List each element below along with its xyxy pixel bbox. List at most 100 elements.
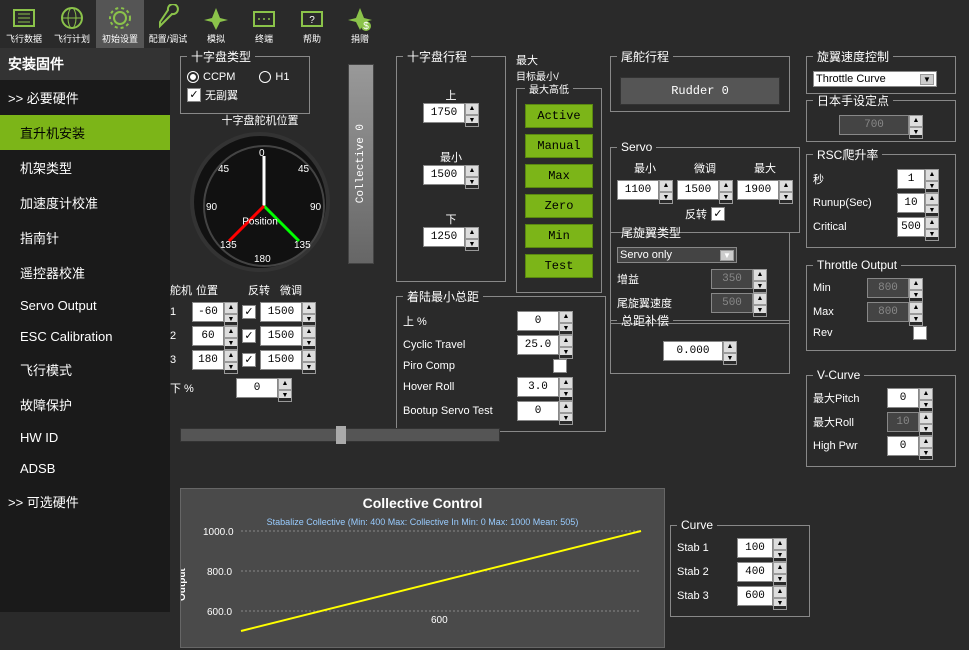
flybarless-check[interactable]: ✓ [187, 88, 201, 102]
bootup-input[interactable]: ▲▼ [517, 401, 573, 421]
rotor-speed-select[interactable]: Throttle Curve▼ [813, 71, 937, 87]
landing-group: 着陆最小总距 上 %▲▼ Cyclic Travel▲▼ Piro Comp H… [396, 288, 606, 432]
svg-text:45: 45 [218, 164, 230, 175]
swash-type-legend: 十字盘类型 [187, 48, 255, 65]
slider[interactable] [180, 428, 500, 442]
toolbar-plane[interactable]: 模拟 [192, 0, 240, 48]
vc-high-input[interactable]: ▲▼ [887, 436, 933, 456]
max-button[interactable]: Max [525, 164, 593, 188]
servo-pos-input[interactable]: ▲▼ [192, 350, 238, 370]
rudder-travel-group: 尾舵行程 Rudder 0 [610, 48, 790, 112]
sidebar-item[interactable]: HW ID [0, 422, 170, 453]
runup-input[interactable]: ▲▼ [897, 193, 939, 213]
toolbar-wrench[interactable]: 配置/调试 [144, 0, 192, 48]
stab3-input[interactable]: ▲▼ [737, 586, 787, 606]
sidebar-item[interactable]: 机架类型 [0, 150, 170, 185]
toolbar-label: 模拟 [207, 32, 225, 45]
sidebar-item[interactable]: ESC Calibration [0, 321, 170, 352]
stab2-input[interactable]: ▲▼ [737, 562, 787, 582]
ccpm-radio[interactable] [187, 71, 199, 83]
up-label: 上 [403, 87, 499, 103]
setpoint-group: 日本手设定点 ▲▼ [806, 92, 956, 142]
hover-input[interactable]: ▲▼ [517, 377, 573, 397]
rudder-button[interactable]: Rudder 0 [620, 77, 780, 105]
sidebar-item[interactable]: 故障保护 [0, 387, 170, 422]
servo-pos-input[interactable]: ▲▼ [192, 326, 238, 346]
gain-input[interactable]: ▲▼ [711, 269, 767, 289]
tail-type-group: 尾旋翼类型 Servo only▼ 增益▲▼ 尾旋翼速度▲▼ [610, 224, 790, 324]
svo-trim-lbl: 微调 [694, 160, 716, 176]
servo-trim-input[interactable]: ▲▼ [260, 326, 316, 346]
throttle-out-legend: Throttle Output [813, 258, 901, 272]
vc-roll-input[interactable]: ▲▼ [887, 412, 933, 432]
max-legend: 最大 [516, 52, 602, 68]
active-button[interactable]: Active [525, 104, 593, 128]
sidebar-item[interactable]: ADSB [0, 453, 170, 484]
sidebar-item[interactable]: 飞行模式 [0, 352, 170, 387]
manual-button[interactable]: Manual [525, 134, 593, 158]
sidebar-item[interactable]: 直升机安装 [0, 115, 170, 150]
piro-check[interactable] [553, 359, 567, 373]
stab3-lbl: Stab 3 [677, 590, 733, 602]
servo-trim-input[interactable]: ▲▼ [260, 302, 316, 322]
stab2-lbl: Stab 2 [677, 566, 733, 578]
test-button[interactable]: Test [525, 254, 593, 278]
down-input[interactable]: ▲▼ [236, 378, 292, 398]
toolbar-label: 帮助 [303, 32, 321, 45]
servo-rev-check[interactable]: ✓ [242, 305, 256, 319]
toolbar-data[interactable]: 飞行数据 [0, 0, 48, 48]
toolbar-label: 飞行数据 [6, 32, 42, 45]
sidebar-item[interactable]: Servo Output [0, 290, 170, 321]
to-rev-check[interactable] [913, 326, 927, 340]
setpoint-input[interactable]: ▲▼ [839, 115, 923, 135]
toolbar-terminal[interactable]: 终端 [240, 0, 288, 48]
toolbar-donate[interactable]: $捐赠 [336, 0, 384, 48]
hdr-trim: 微调 [280, 282, 320, 298]
swash-travel-group: 十字盘行程 上 ▲▼ 最小 ▲▼ 下 ▲▼ [396, 48, 506, 282]
h1-label: H1 [275, 71, 289, 83]
svg-text:$: $ [363, 21, 369, 32]
servo-pos-input[interactable]: ▲▼ [192, 302, 238, 322]
tailspeed-input[interactable]: ▲▼ [711, 293, 767, 313]
land-up-input[interactable]: ▲▼ [517, 311, 573, 331]
critical-input[interactable]: ▲▼ [897, 217, 939, 237]
to-min-input[interactable]: ▲▼ [867, 278, 923, 298]
svo-rev-check[interactable]: ✓ [711, 207, 725, 221]
slider-thumb[interactable] [336, 426, 346, 444]
h1-radio[interactable] [259, 71, 271, 83]
stab1-input[interactable]: ▲▼ [737, 538, 787, 558]
svg-text:1000.0: 1000.0 [203, 527, 234, 538]
zero-button[interactable]: Zero [525, 194, 593, 218]
toolbar-globe[interactable]: 飞行计划 [48, 0, 96, 48]
tail-type-select[interactable]: Servo only▼ [617, 247, 737, 263]
svo-trim-input[interactable]: ▲▼ [677, 180, 733, 200]
min-button[interactable]: Min [525, 224, 593, 248]
sec-input[interactable]: ▲▼ [897, 169, 939, 189]
servo-trim-input[interactable]: ▲▼ [260, 350, 316, 370]
totalcomp-input[interactable]: ▲▼ [663, 341, 737, 361]
servo-rev-check[interactable]: ✓ [242, 329, 256, 343]
svo-min-input[interactable]: ▲▼ [617, 180, 673, 200]
vc-pitch-input[interactable]: ▲▼ [887, 388, 933, 408]
sidebar-item[interactable]: 遥控器校准 [0, 255, 170, 290]
sidebar-item[interactable]: >> 必要硬件 [0, 80, 170, 115]
sidebar-item[interactable]: 指南针 [0, 220, 170, 255]
down-input2[interactable]: ▲▼ [423, 227, 479, 247]
svo-max-lbl: 最大 [754, 160, 776, 176]
rotor-speed-group: 旋翼速度控制 Throttle Curve▼ [806, 48, 956, 94]
svo-max-input[interactable]: ▲▼ [737, 180, 793, 200]
cyclic-input[interactable]: ▲▼ [517, 335, 573, 355]
toolbar-gear[interactable]: 初始设置 [96, 0, 144, 48]
up-input[interactable]: ▲▼ [423, 103, 479, 123]
to-max-input[interactable]: ▲▼ [867, 302, 923, 322]
sidebar-item[interactable]: >> 可选硬件 [0, 484, 170, 519]
rotor-speed-legend: 旋翼速度控制 [813, 48, 893, 65]
min-input[interactable]: ▲▼ [423, 165, 479, 185]
toolbar-help[interactable]: ?帮助 [288, 0, 336, 48]
vc-pitch-lbl: 最大Pitch [813, 390, 883, 406]
sidebar-item[interactable]: 加速度计校准 [0, 185, 170, 220]
servo-rev-check[interactable]: ✓ [242, 353, 256, 367]
down-label: 下 % [170, 380, 232, 396]
totalcomp-legend: 总距补偿 [617, 312, 673, 329]
curve-group: Curve Stab 1▲▼ Stab 2▲▼ Stab 3▲▼ [670, 518, 810, 617]
